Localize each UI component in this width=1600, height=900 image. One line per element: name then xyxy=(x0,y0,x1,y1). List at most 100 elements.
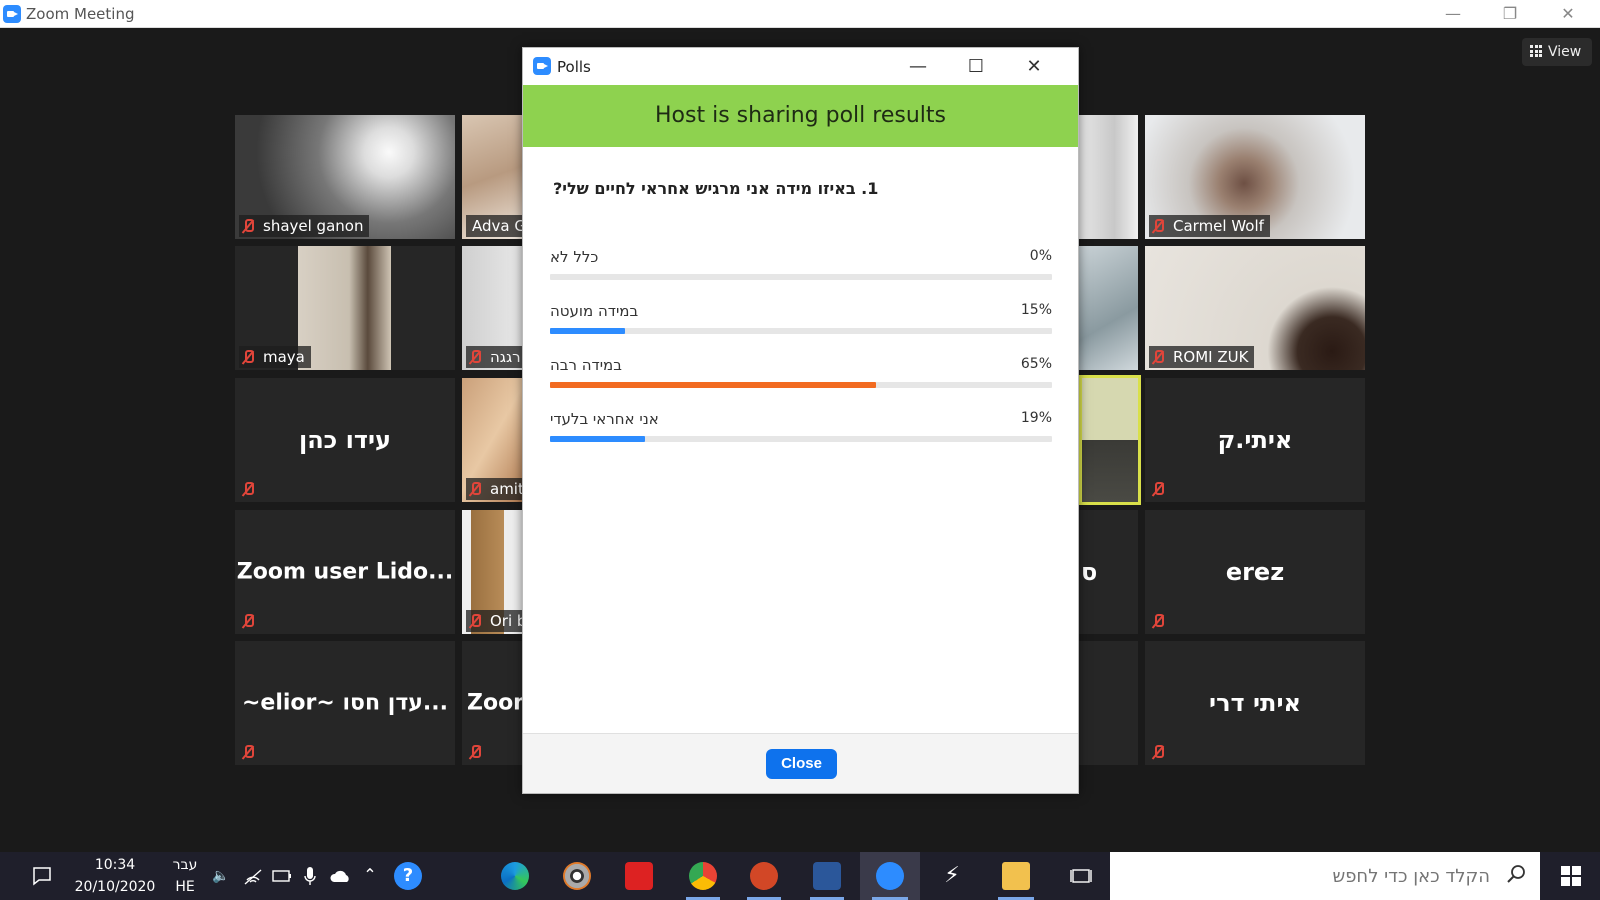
muted-mic-icon xyxy=(468,482,482,496)
polls-titlebar: Polls — ☐ ✕ xyxy=(523,48,1078,85)
windows-start-button[interactable] xyxy=(1556,852,1586,900)
battery-icon[interactable] xyxy=(270,852,294,900)
windows-taskbar: 10:34 20/10/2020 עבר HE 🔈 ⌃ ? ⚡ xyxy=(0,852,1600,900)
zoom-taskbar-button[interactable] xyxy=(860,852,920,900)
participant-display-name: עידו כהן xyxy=(298,426,392,454)
participant-tile[interactable]: Zoom xyxy=(462,641,522,765)
view-button[interactable]: View xyxy=(1522,38,1592,66)
participant-display-name: ~elior~ עדן חסו... xyxy=(242,690,448,716)
muted-mic-icon xyxy=(241,219,255,233)
poll-option-percent: 19% xyxy=(1020,410,1052,426)
muted-mic-icon xyxy=(468,614,482,628)
window-title: Zoom Meeting xyxy=(26,5,135,23)
participant-tile[interactable]: Adva Go xyxy=(462,115,522,239)
participant-display-name: איתי דרי xyxy=(1209,689,1301,717)
view-label: View xyxy=(1548,44,1582,60)
task-view-icon[interactable] xyxy=(1068,852,1094,900)
participant-tile[interactable]: איתי דרי xyxy=(1145,641,1365,765)
participant-display-name: erez xyxy=(1225,558,1285,586)
zoom-app-icon xyxy=(533,57,551,75)
powerpoint-icon[interactable] xyxy=(750,862,778,890)
participant-tile[interactable]: erez xyxy=(1145,510,1365,634)
participant-display-name: ס xyxy=(1081,558,1098,586)
participant-tile[interactable]: ס xyxy=(1079,510,1138,634)
media-player-icon[interactable] xyxy=(563,862,591,890)
action-center-button[interactable] xyxy=(28,852,56,900)
active-speaker-tile[interactable] xyxy=(1079,375,1141,505)
close-button[interactable]: Close xyxy=(766,749,837,779)
participant-display-name: Zoom xyxy=(467,690,522,716)
polls-minimize-button[interactable]: — xyxy=(901,52,935,82)
volume-icon[interactable]: 🔈 xyxy=(209,852,233,900)
notification-icon xyxy=(33,867,51,886)
muted-mic-icon xyxy=(1151,482,1165,496)
muted-mic-icon xyxy=(468,745,482,759)
participant-tile[interactable]: shayel ganon xyxy=(235,115,455,239)
participant-tile[interactable]: amit xyxy=(462,378,522,502)
restore-button[interactable]: ❐ xyxy=(1487,0,1533,28)
participant-tile[interactable] xyxy=(1079,246,1138,370)
zoom-app-icon xyxy=(3,5,21,23)
poll-option: במידה רבה 65% xyxy=(550,356,1052,396)
taskbar-search[interactable] xyxy=(1110,852,1540,900)
participant-tile[interactable] xyxy=(1079,115,1138,239)
onedrive-icon[interactable] xyxy=(328,852,354,900)
chrome-icon[interactable] xyxy=(689,862,717,890)
participant-tile[interactable] xyxy=(1079,641,1138,765)
microphone-icon[interactable] xyxy=(300,852,320,900)
language-indicator[interactable]: עבר HE xyxy=(168,852,202,900)
window-close-button[interactable]: ✕ xyxy=(1545,0,1591,28)
poll-option-bar-fill xyxy=(550,328,626,334)
participant-video xyxy=(298,246,391,370)
participant-tile[interactable]: Carmel Wolf xyxy=(1145,115,1365,239)
poll-option-label: במידה מועטה xyxy=(550,302,639,320)
poll-option-percent: 65% xyxy=(1020,356,1052,372)
muted-mic-icon xyxy=(1151,745,1165,759)
participant-tile[interactable]: רגגה xyxy=(462,246,522,370)
participant-video xyxy=(1082,378,1138,502)
poll-results-banner: Host is sharing poll results xyxy=(523,85,1078,147)
poll-option-bar xyxy=(550,328,1052,334)
poll-question: 1. באיזו מידה אני מרגיש אחראי לחיים שלי? xyxy=(553,179,879,198)
chevron-up-icon[interactable]: ⌃ xyxy=(360,852,380,900)
participant-tile[interactable]: עידו כהן xyxy=(235,378,455,502)
poll-option-percent: 0% xyxy=(1029,248,1052,264)
poll-option-bar-fill xyxy=(550,436,646,442)
muted-mic-icon xyxy=(1151,614,1165,628)
muted-mic-icon xyxy=(241,482,255,496)
participant-tile[interactable]: maya xyxy=(235,246,455,370)
polls-close-x-button[interactable]: ✕ xyxy=(1017,52,1051,82)
participant-tile[interactable]: Ori b xyxy=(462,510,522,634)
muted-mic-icon xyxy=(241,350,255,364)
poll-option-bar xyxy=(550,382,1052,388)
word-icon[interactable] xyxy=(813,862,841,890)
poll-option-percent: 15% xyxy=(1020,302,1052,318)
search-input[interactable] xyxy=(1110,852,1500,900)
minimize-button[interactable]: — xyxy=(1430,0,1476,28)
windows-logo-icon xyxy=(1561,866,1581,886)
file-explorer-icon[interactable] xyxy=(1002,862,1030,890)
participant-name: Adva Go xyxy=(466,215,522,237)
edge-icon[interactable] xyxy=(501,862,529,890)
participant-tile[interactable]: Zoom user Lido... xyxy=(235,510,455,634)
help-icon[interactable]: ? xyxy=(392,852,424,900)
wifi-icon[interactable] xyxy=(241,852,265,900)
participant-video xyxy=(1079,246,1138,370)
poll-option: אני אחראי בלעדי 19% xyxy=(550,410,1052,450)
participant-tile[interactable]: ROMI ZUK xyxy=(1145,246,1365,370)
clock-date: 20/10/2020 xyxy=(74,879,156,895)
muted-mic-icon xyxy=(241,614,255,628)
clock[interactable]: 10:34 20/10/2020 xyxy=(70,852,160,900)
participant-tile[interactable]: ~elior~ עדן חסו... xyxy=(235,641,455,765)
zoom-taskbar-icon xyxy=(876,862,904,890)
polls-maximize-button[interactable]: ☐ xyxy=(959,52,993,82)
poll-option-label: אני אחראי בלעדי xyxy=(550,410,659,428)
window-titlebar: Zoom Meeting — ❐ ✕ xyxy=(0,0,1600,28)
acrobat-icon[interactable] xyxy=(625,862,653,890)
participant-video xyxy=(1079,115,1138,239)
participant-name: shayel ganon xyxy=(239,215,370,237)
participant-tile[interactable]: איתי.ק xyxy=(1145,378,1365,502)
app-lightning-icon[interactable]: ⚡ xyxy=(938,852,966,900)
participant-display-name: Zoom user Lido... xyxy=(236,559,454,585)
language-bottom: HE xyxy=(175,879,195,895)
